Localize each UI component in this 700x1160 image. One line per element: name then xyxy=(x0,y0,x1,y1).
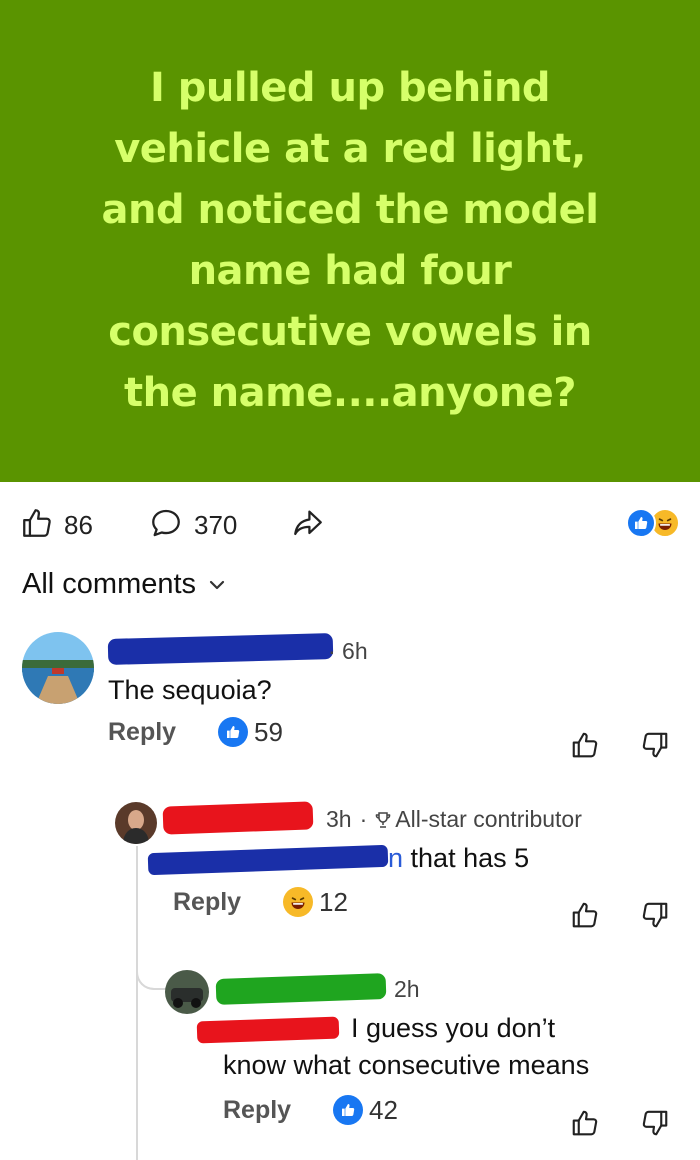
avatar[interactable] xyxy=(115,802,157,844)
avatar[interactable] xyxy=(165,970,209,1014)
like-reaction-icon xyxy=(626,508,656,538)
post-banner: I pulled up behind vehicle at a red ligh… xyxy=(0,0,700,482)
thumbs-up-icon[interactable] xyxy=(570,1108,600,1143)
comment-time: 2h xyxy=(394,976,420,1002)
comments-sort-dropdown[interactable]: All comments xyxy=(22,568,226,601)
like-button[interactable]: 86 xyxy=(20,506,93,545)
mention-redacted[interactable] xyxy=(147,844,389,876)
mention-redacted[interactable] xyxy=(196,1016,340,1044)
reply-comment: 3h · All-star contributor n that has 5 R… xyxy=(0,796,700,956)
mention-link[interactable]: n xyxy=(388,843,403,873)
trophy-icon xyxy=(375,811,391,829)
reply-button[interactable]: Reply xyxy=(108,718,176,747)
thumbs-down-icon[interactable] xyxy=(640,730,670,765)
comment-text: The sequoia? xyxy=(108,675,272,705)
avatar[interactable] xyxy=(22,632,94,704)
reaction-count: 12 xyxy=(319,886,348,917)
reply-button[interactable]: Reply xyxy=(173,888,241,917)
comment-text: n that has 5 xyxy=(147,840,530,877)
comment-count: 370 xyxy=(194,510,238,540)
comment-time: · 6h xyxy=(328,638,368,664)
contributor-badge: All-star contributor xyxy=(395,806,582,832)
nested-reply-comment: 2h I guess you don’t know what consecuti… xyxy=(0,966,700,1160)
comment-text-line-1: I guess you don’t xyxy=(351,1013,556,1043)
reaction-count-button[interactable]: 12 xyxy=(283,887,348,918)
thumbs-up-icon xyxy=(20,506,54,545)
like-reaction-icon xyxy=(218,717,248,747)
comment-text-body: that has 5 xyxy=(403,843,530,873)
comment-button[interactable]: 370 xyxy=(148,506,237,545)
like-reaction-icon xyxy=(333,1095,363,1125)
comment-text-line-2: know what consecutive means xyxy=(223,1050,590,1080)
reaction-count: 59 xyxy=(254,716,283,747)
reaction-count: 42 xyxy=(369,1094,398,1125)
thumbs-up-icon[interactable] xyxy=(570,730,600,765)
comment-time: 3h xyxy=(326,806,352,832)
comment-meta: 3h · All-star contributor xyxy=(326,806,582,833)
comments-sort-label: All comments xyxy=(22,568,197,600)
reaction-count-button[interactable]: 59 xyxy=(218,717,283,748)
share-arrow-icon xyxy=(290,506,326,545)
comment-text: I guess you don’t know what consecutive … xyxy=(196,1010,590,1084)
thumbs-down-icon[interactable] xyxy=(640,900,670,935)
post-action-bar: 86 370 xyxy=(0,496,700,552)
post-text: I pulled up behind vehicle at a red ligh… xyxy=(101,65,600,416)
chevron-down-icon xyxy=(208,578,226,596)
comment-bubble-icon xyxy=(148,506,184,545)
laugh-reaction-icon xyxy=(283,887,313,917)
share-button[interactable] xyxy=(290,506,326,545)
thumbs-down-icon[interactable] xyxy=(640,1108,670,1143)
thumbs-up-icon[interactable] xyxy=(570,900,600,935)
like-count: 86 xyxy=(64,510,93,540)
author-name-redacted[interactable] xyxy=(107,633,334,665)
reaction-summary[interactable] xyxy=(626,508,680,538)
meta-separator: · xyxy=(359,806,368,832)
author-name-redacted[interactable] xyxy=(162,801,314,835)
reaction-count-button[interactable]: 42 xyxy=(333,1095,398,1126)
reply-button[interactable]: Reply xyxy=(223,1096,291,1125)
author-name-redacted[interactable] xyxy=(215,973,387,1005)
comment: · 6h The sequoia? Reply 59 xyxy=(0,620,700,790)
